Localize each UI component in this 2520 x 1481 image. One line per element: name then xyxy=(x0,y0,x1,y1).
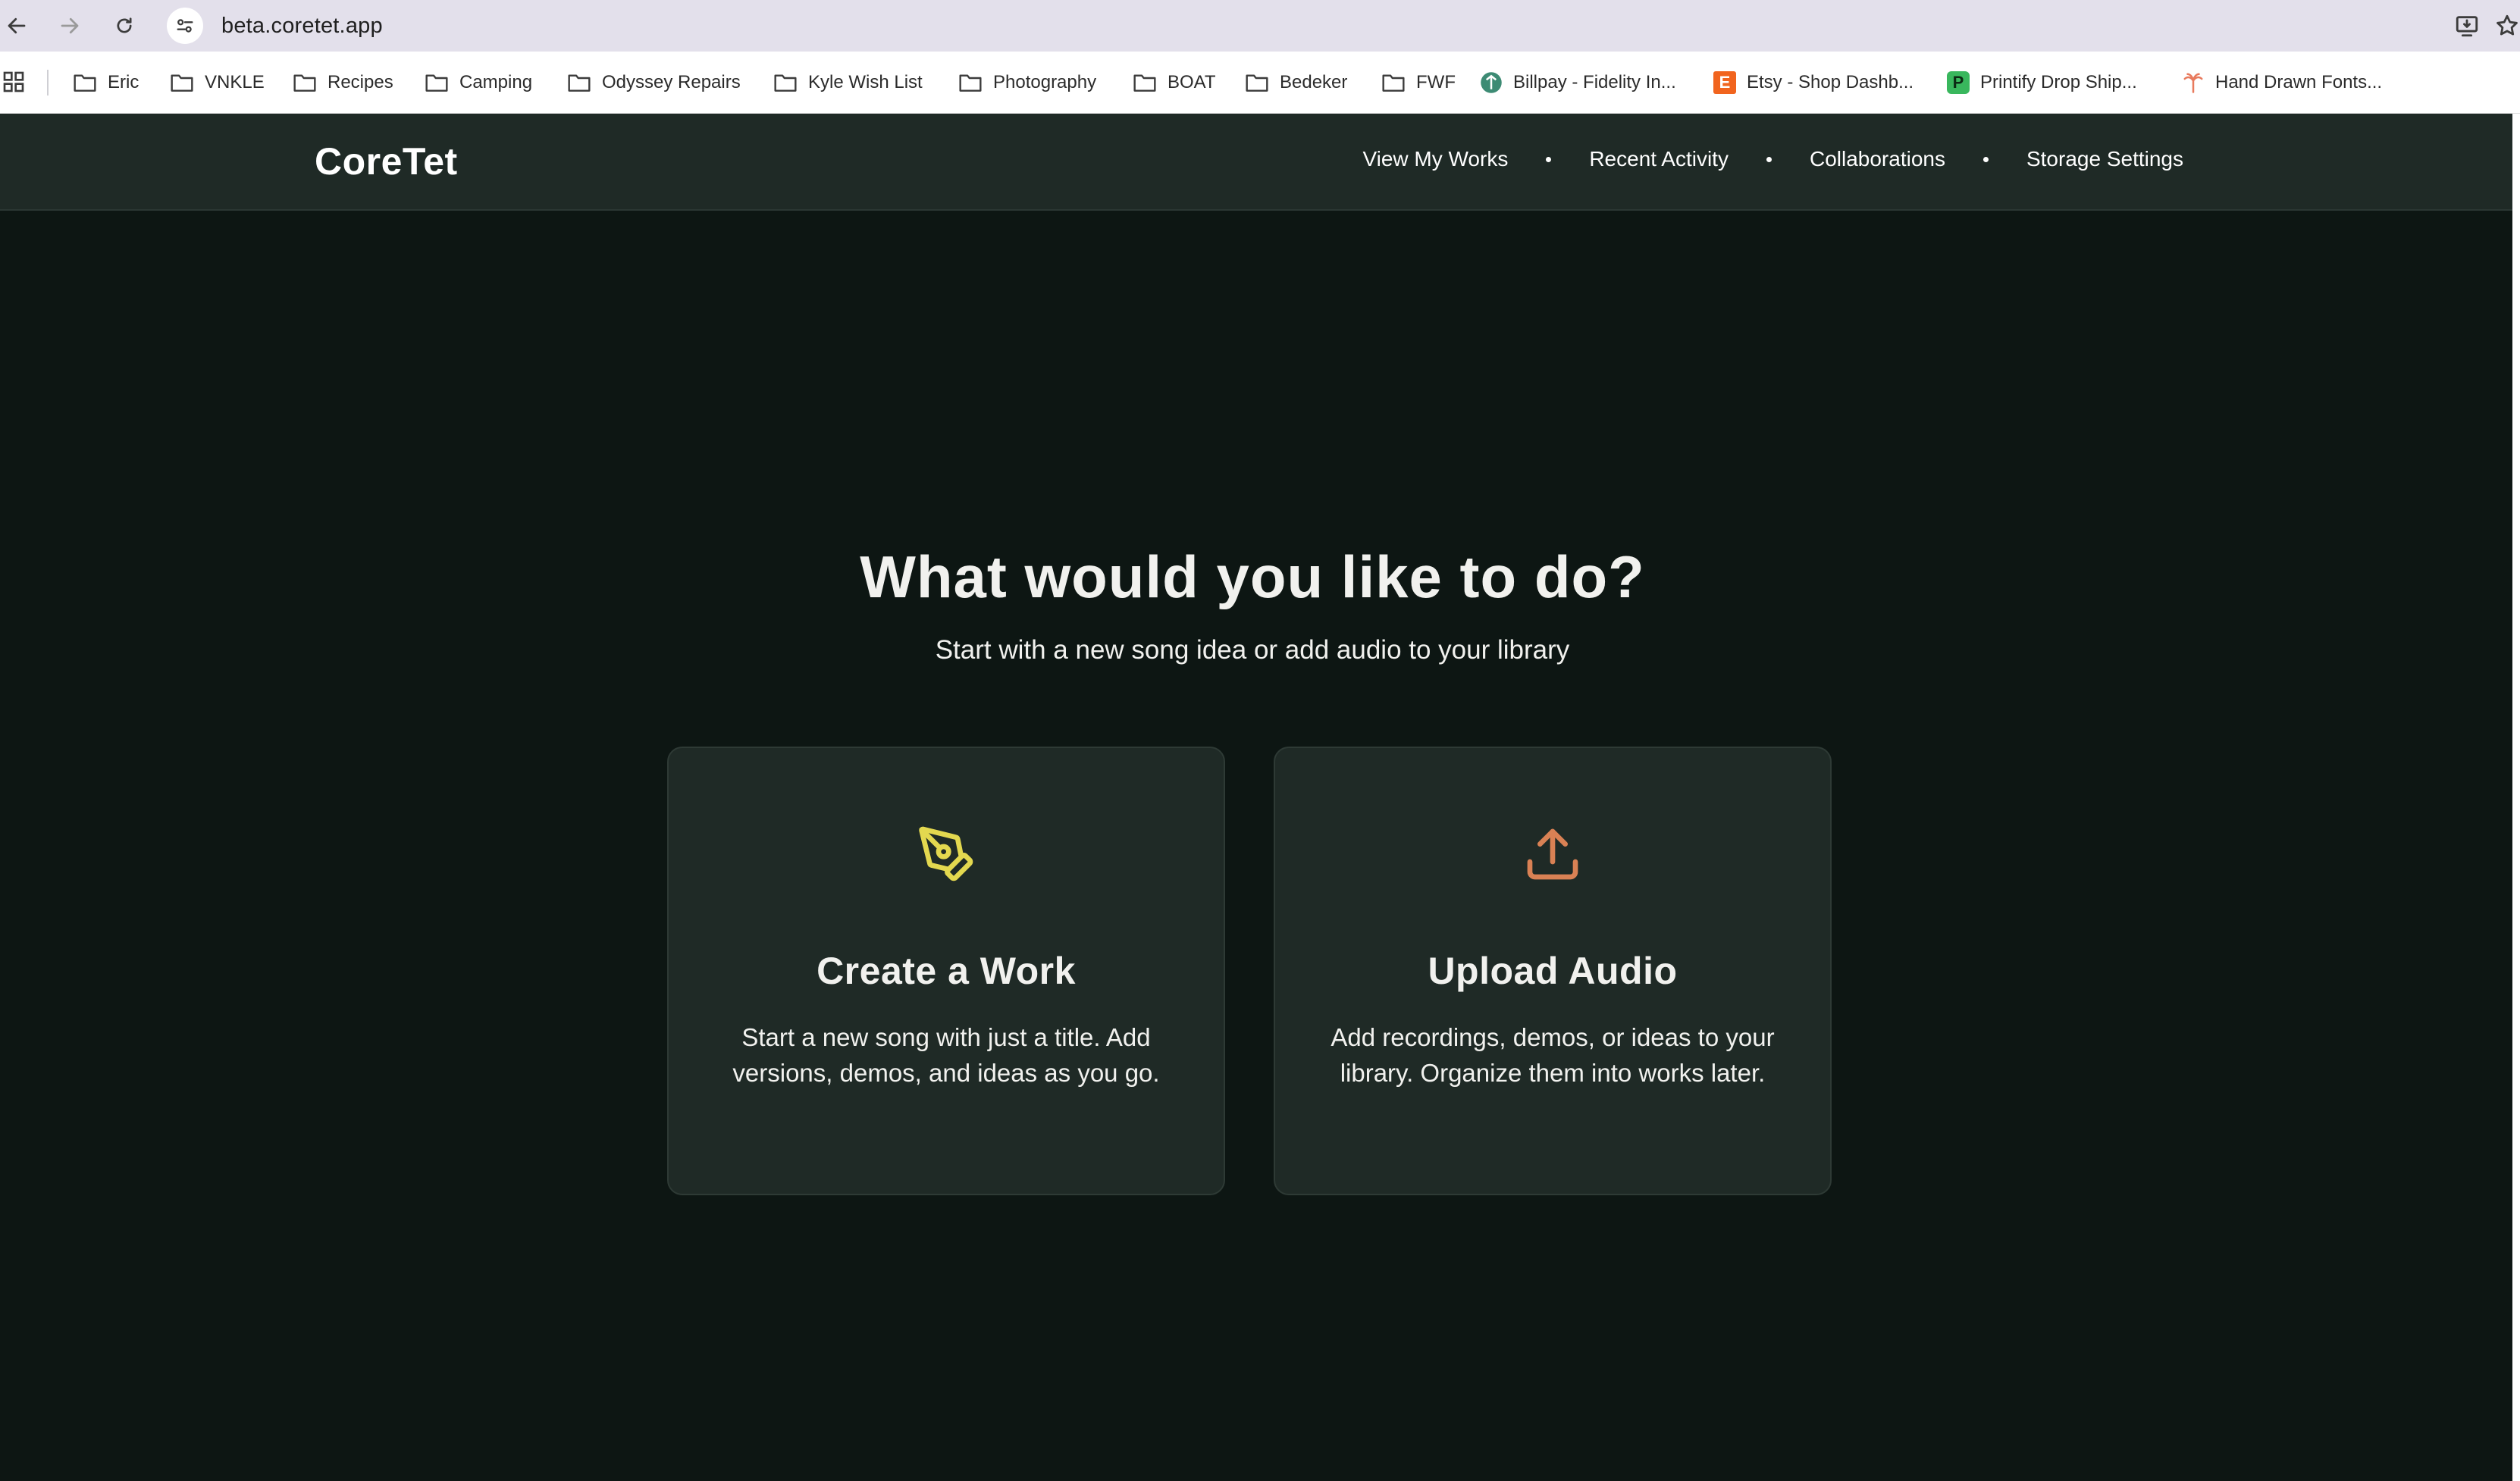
bookmark-folder[interactable]: Photography xyxy=(958,67,1096,99)
nav-view-my-works[interactable]: View My Works xyxy=(1362,147,1508,171)
bookmark-label: Bedeker xyxy=(1280,72,1348,92)
install-app-icon xyxy=(2456,16,2478,37)
bookmark-label: Printify Drop Ship... xyxy=(1980,72,2137,92)
folder-icon xyxy=(1246,74,1268,92)
upload-audio-card[interactable]: Upload Audio Add recordings, demos, or i… xyxy=(1274,747,1832,1195)
bookmark-star-button[interactable] xyxy=(2494,8,2520,44)
browser-toolbar: beta.coretet.app xyxy=(0,0,2520,52)
address-bar[interactable]: beta.coretet.app xyxy=(165,5,2440,47)
toolbar-right xyxy=(2449,8,2520,44)
nav-separator xyxy=(1546,156,1552,162)
bookmark-folder[interactable]: VNKLE xyxy=(170,67,265,99)
folder-icon xyxy=(425,74,448,92)
folder-icon xyxy=(171,74,193,92)
bookmark-label: Photography xyxy=(993,72,1097,92)
bookmarks-divider xyxy=(47,70,49,95)
tune-icon xyxy=(177,19,193,33)
etsy-icon: E xyxy=(1713,71,1736,94)
bookmark-label: Billpay - Fidelity In... xyxy=(1513,72,1676,92)
page-subtitle: Start with a new song idea or add audio … xyxy=(935,635,1570,665)
star-icon xyxy=(2496,14,2518,36)
brand-logo[interactable]: CoreTet xyxy=(315,139,458,183)
bookmark-label: Odyssey Repairs xyxy=(602,72,741,92)
bookmark-label: Eric xyxy=(108,72,139,92)
back-arrow-icon xyxy=(8,17,26,34)
window-edge xyxy=(2512,114,2520,1481)
bookmark-label: FWF xyxy=(1416,72,1456,92)
upload-icon xyxy=(1527,828,1578,880)
forward-arrow-icon xyxy=(61,17,79,34)
palm-icon xyxy=(2183,73,2203,93)
nav-separator xyxy=(1766,156,1772,162)
bookmark-site[interactable]: E Etsy - Shop Dashb... xyxy=(1713,67,1914,99)
bookmark-label: Camping xyxy=(459,72,533,92)
apps-grid-icon[interactable] xyxy=(2,70,26,94)
bookmark-label: Kyle Wish List xyxy=(808,72,923,92)
app-header: CoreTet View My Works Recent Activity Co… xyxy=(0,114,2512,211)
folder-icon xyxy=(1382,74,1405,92)
nav-collaborations[interactable]: Collaborations xyxy=(1810,147,1945,171)
folder-icon xyxy=(1133,74,1156,92)
bookmark-label: VNKLE xyxy=(205,72,265,92)
reload-icon xyxy=(117,17,132,33)
folder-icon xyxy=(568,74,591,92)
page-title: What would you like to do? xyxy=(860,543,1645,610)
forward-button[interactable] xyxy=(52,8,88,44)
nav-recent-activity[interactable]: Recent Activity xyxy=(1589,147,1729,171)
bookmark-site[interactable]: Hand Drawn Fonts... xyxy=(2182,67,2382,99)
install-app-button[interactable] xyxy=(2449,8,2485,44)
bookmark-folder[interactable]: Eric xyxy=(73,67,139,99)
fidelity-icon xyxy=(1481,72,1502,93)
printify-icon: P xyxy=(1947,71,1970,94)
bookmark-site[interactable]: P Printify Drop Ship... xyxy=(1947,67,2137,99)
card-title: Create a Work xyxy=(816,950,1076,992)
bookmark-folder[interactable]: FWF xyxy=(1381,67,1456,99)
bookmark-folder[interactable]: BOAT xyxy=(1133,67,1216,99)
bookmark-folder[interactable]: Odyssey Repairs xyxy=(567,67,741,99)
card-title: Upload Audio xyxy=(1428,950,1678,992)
card-icon-wrap xyxy=(1275,824,1830,885)
bookmark-label: Hand Drawn Fonts... xyxy=(2215,72,2383,92)
card-description: Add recordings, demos, or ideas to your … xyxy=(1331,1023,1775,1087)
url-text[interactable]: beta.coretet.app xyxy=(221,14,383,39)
bookmark-folder[interactable]: Bedeker xyxy=(1245,67,1347,99)
nav-separator xyxy=(1982,156,1989,162)
reload-button[interactable] xyxy=(106,8,143,44)
bookmark-folder[interactable]: Kyle Wish List xyxy=(773,67,923,99)
bookmark-folder[interactable]: Camping xyxy=(425,67,532,99)
folder-icon xyxy=(293,74,316,92)
folder-icon xyxy=(774,74,797,92)
folder-icon xyxy=(959,74,982,92)
folder-icon xyxy=(74,74,96,92)
pen-tool-icon xyxy=(919,826,973,881)
bookmark-label: Etsy - Shop Dashb... xyxy=(1747,72,1914,92)
bookmark-site[interactable]: Billpay - Fidelity In... xyxy=(1480,67,1676,99)
card-description: Start a new song with just a title. Add … xyxy=(732,1023,1160,1087)
back-button[interactable] xyxy=(0,8,35,44)
card-icon-wrap xyxy=(669,824,1224,885)
bookmark-folder[interactable]: Recipes xyxy=(293,67,393,99)
site-info-button[interactable] xyxy=(167,8,203,44)
main-nav: View My Works Recent Activity Collaborat… xyxy=(1362,147,2183,171)
create-work-card[interactable]: Create a Work Start a new song with just… xyxy=(667,747,1225,1195)
bookmark-label: Recipes xyxy=(328,72,393,92)
nav-storage-settings[interactable]: Storage Settings xyxy=(2026,147,2183,171)
bookmarks-bar: Eric VNKLE Recipes Camping Odyssey Repai… xyxy=(0,52,2520,114)
bookmark-label: BOAT xyxy=(1168,72,1216,92)
